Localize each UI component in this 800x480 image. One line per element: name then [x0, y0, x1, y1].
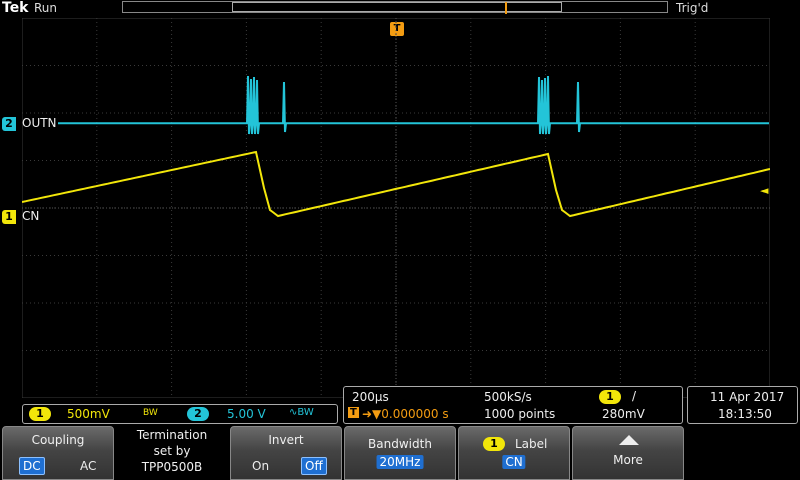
trigger-level-marker[interactable]: ◄ [760, 184, 768, 197]
record-trigger-indicator [505, 2, 507, 14]
invert-title: Invert [268, 433, 304, 447]
trigger-level: 280mV [602, 407, 645, 421]
time: 18:13:50 [718, 407, 772, 421]
coupling-dc-option[interactable]: DC [19, 457, 45, 475]
trigger-delay: ➜▼0.000000 s [362, 407, 449, 421]
ch1-label: CN [22, 209, 40, 223]
label-value: CN [502, 455, 526, 469]
ch2-scale: 5.00 V [227, 407, 266, 421]
softkey-bar: Coupling DC AC Termination set by TPP050… [0, 426, 800, 480]
label-channel-badge: 1 [483, 437, 505, 451]
ch2-badge: 2 [187, 407, 209, 421]
bandwidth-value: 20MHz [376, 455, 424, 469]
record-length: 1000 points [484, 407, 556, 421]
acquisition-state: Run [34, 1, 58, 15]
coupling-title: Coupling [31, 433, 85, 447]
invert-on-option[interactable]: On [249, 458, 272, 474]
bandwidth-title: Bandwidth [368, 437, 432, 451]
more-title: More [613, 453, 643, 467]
coupling-ac-option[interactable]: AC [77, 458, 99, 474]
termination-line3: TPP0500B [141, 460, 203, 474]
invert-softkey[interactable]: Invert On Off [230, 426, 342, 480]
ch2-ground-marker[interactable]: 2 [2, 117, 16, 131]
record-window [232, 2, 562, 14]
ch1-ground-marker[interactable]: 1 [2, 210, 16, 224]
horizontal-readout[interactable]: 200µs T ➜▼0.000000 s 500kS/s 1000 points… [343, 386, 683, 424]
invert-off-option[interactable]: Off [301, 457, 327, 475]
termination-line1: Termination [136, 428, 208, 442]
bandwidth-limit-icon: BW [143, 408, 158, 418]
time-per-div: 200µs [352, 390, 389, 404]
trigger-state: Trig'd [676, 1, 709, 15]
ch2-label: OUTN [22, 116, 57, 130]
trigger-delay-icon: T [348, 407, 359, 418]
grid-lines [22, 18, 770, 398]
ch2-coupling-icon: ∿BW [289, 407, 314, 418]
more-softkey[interactable]: More [572, 426, 684, 480]
trigger-source-badge: 1 [599, 390, 621, 404]
chevron-up-icon [619, 435, 639, 445]
termination-line2: set by [153, 444, 191, 458]
ch1-scale: 500mV [67, 407, 110, 421]
waveform-graticule [22, 18, 770, 398]
brand-logo: Tek [2, 0, 29, 16]
ch2-waveform [58, 75, 769, 135]
bandwidth-softkey[interactable]: Bandwidth 20MHz [344, 426, 456, 480]
termination-info: Termination set by TPP0500B [116, 426, 228, 480]
coupling-softkey[interactable]: Coupling DC AC [2, 426, 114, 480]
record-view-bar[interactable] [122, 1, 668, 14]
datetime-readout: 11 Apr 2017 18:13:50 [687, 386, 798, 424]
status-bar: Tek Run Trig'd [0, 0, 800, 18]
ch1-badge: 1 [29, 407, 51, 421]
label-title: Label [515, 437, 548, 451]
sample-rate: 500kS/s [484, 390, 532, 404]
date: 11 Apr 2017 [710, 390, 785, 404]
vertical-readout[interactable]: 1 500mV BW 2 5.00 V ∿BW [22, 404, 338, 424]
trigger-slope-icon: / [632, 389, 637, 403]
label-softkey[interactable]: 1 Label CN [458, 426, 570, 480]
